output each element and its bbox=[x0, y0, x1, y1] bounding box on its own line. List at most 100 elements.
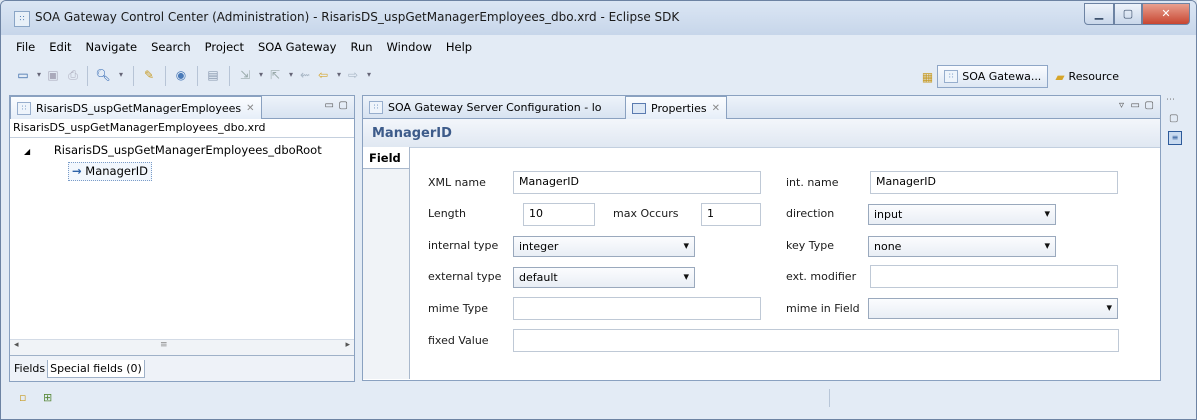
minimize-view-icon[interactable]: ▭ bbox=[325, 100, 334, 111]
close-tab-icon[interactable]: ✕ bbox=[246, 103, 254, 114]
fields-view: ∷ RisarisDS_uspGetManagerEmployees ✕ ▭ ▢… bbox=[9, 95, 355, 382]
status-bar: ▫ ⊞ bbox=[9, 386, 1188, 412]
tree-root-label: RisarisDS_uspGetManagerEmployees_dboRoot bbox=[53, 143, 322, 157]
tree-child-label: ManagerID bbox=[85, 164, 148, 178]
mime-in-field-select[interactable] bbox=[868, 298, 1118, 319]
soa-gateway-icon: ∷ bbox=[369, 100, 383, 114]
ext-modifier-input[interactable] bbox=[870, 265, 1118, 288]
scroll-left-icon[interactable]: ◂ bbox=[14, 340, 19, 350]
mime-type-label: mime Type bbox=[428, 302, 489, 315]
tab-special-fields[interactable]: Special fields (0) bbox=[47, 359, 145, 378]
left-view-tabbar: ∷ RisarisDS_uspGetManagerEmployees ✕ ▭ ▢ bbox=[10, 96, 354, 119]
int-name-input[interactable]: ManagerID bbox=[870, 171, 1118, 194]
maximize-view-icon[interactable]: ▢ bbox=[1145, 100, 1154, 111]
globe-icon[interactable]: ◉ bbox=[173, 67, 189, 83]
title-bar: ∷ SOA Gateway Control Center (Administra… bbox=[1, 1, 1196, 35]
toolbar-separator bbox=[87, 66, 88, 86]
trim-dots-icon: ⋯ bbox=[1166, 95, 1175, 105]
folder-icon: ▰ bbox=[1055, 69, 1065, 84]
key-type-select[interactable]: none bbox=[868, 236, 1056, 257]
forward-arrow-icon[interactable]: ⇨ bbox=[345, 67, 361, 83]
tree-root-node[interactable]: ◢ RisarisDS_uspGetManagerEmployees_dboRo… bbox=[24, 143, 322, 157]
tab-risaris-editor[interactable]: ∷ RisarisDS_uspGetManagerEmployees ✕ bbox=[10, 96, 262, 119]
external-type-label: external type bbox=[428, 270, 502, 283]
right-view-tabbar: ∷ SOA Gateway Server Configuration - lo … bbox=[363, 96, 1160, 119]
window-title: SOA Gateway Control Center (Administrati… bbox=[35, 10, 680, 24]
max-occurs-input[interactable]: 1 bbox=[701, 203, 761, 226]
restore-icon[interactable]: ▢ bbox=[1169, 113, 1178, 124]
toolbar-separator bbox=[165, 66, 166, 86]
xml-name-input[interactable]: ManagerID bbox=[513, 171, 761, 194]
tab-label: Properties bbox=[651, 101, 707, 115]
tab-server-configuration[interactable]: ∷ SOA Gateway Server Configuration - lo bbox=[363, 96, 607, 118]
tab-field[interactable]: Field bbox=[363, 147, 409, 169]
ext-modifier-label: ext. modifier bbox=[786, 270, 857, 283]
dropdown-arrow-icon[interactable]: ▾ bbox=[361, 67, 377, 83]
mime-in-field-label: mime in Field bbox=[786, 302, 860, 315]
fixed-value-input[interactable] bbox=[513, 329, 1119, 352]
int-name-label: int. name bbox=[786, 176, 839, 189]
length-input[interactable]: 10 bbox=[523, 203, 595, 226]
menu-search[interactable]: Search bbox=[144, 38, 198, 58]
scroll-thumb-grip-icon[interactable]: ≡ bbox=[160, 340, 168, 350]
external-type-select[interactable]: default bbox=[513, 267, 695, 288]
maximize-button[interactable]: ▢ bbox=[1114, 3, 1142, 25]
tree-expand-icon[interactable]: ◢ bbox=[24, 147, 30, 156]
menu-file[interactable]: File bbox=[9, 38, 42, 58]
minimize-view-icon[interactable]: ▭ bbox=[1131, 100, 1140, 111]
open-perspective-icon[interactable]: ▦ bbox=[922, 70, 933, 84]
menu-navigate[interactable]: Navigate bbox=[79, 38, 145, 58]
app-icon: ∷ bbox=[14, 11, 30, 27]
pencil-icon[interactable]: ✎ bbox=[141, 67, 157, 83]
xrd-file-icon: ∷ bbox=[17, 101, 31, 115]
print-icon[interactable]: ⎙ bbox=[65, 67, 81, 83]
window-controls: ▁ ▢ ✕ bbox=[1084, 3, 1190, 25]
fast-view-icon[interactable]: ▫ bbox=[19, 391, 26, 404]
document-icon[interactable]: ▤ bbox=[205, 67, 221, 83]
perspective-switcher: ▦ ∷ SOA Gatewa... ▰ Resource bbox=[922, 65, 1122, 88]
task-list-icon[interactable]: ⊞ bbox=[43, 391, 52, 404]
resource-perspective-button[interactable]: ▰ Resource bbox=[1052, 66, 1122, 87]
menu-run[interactable]: Run bbox=[343, 38, 379, 58]
close-button[interactable]: ✕ bbox=[1142, 3, 1190, 25]
horizontal-scrollbar[interactable]: ◂ ≡ ▸ bbox=[10, 339, 354, 355]
internal-type-label: internal type bbox=[428, 239, 499, 252]
properties-side-tabs: Field bbox=[363, 147, 410, 379]
scroll-right-icon[interactable]: ▸ bbox=[345, 340, 350, 350]
annotation-next-icon[interactable]: ⇲ bbox=[237, 67, 253, 83]
status-separator bbox=[829, 389, 830, 407]
tab-properties[interactable]: Properties ✕ bbox=[625, 96, 727, 119]
close-tab-icon[interactable]: ✕ bbox=[712, 103, 720, 114]
view-menu-icon[interactable]: ▿ bbox=[1119, 100, 1124, 111]
left-view-bottom-tabs: Fields Special fields (0) bbox=[10, 355, 354, 381]
save-icon[interactable]: ▣ bbox=[45, 67, 61, 83]
direction-select[interactable]: input bbox=[868, 204, 1056, 225]
internal-type-select[interactable]: integer bbox=[513, 236, 695, 257]
maximize-view-icon[interactable]: ▢ bbox=[339, 100, 348, 111]
new-icon[interactable]: ▭ bbox=[15, 67, 31, 83]
menu-edit[interactable]: Edit bbox=[42, 38, 78, 58]
toolbar-separator bbox=[229, 66, 230, 86]
soa-gateway-icon: ∷ bbox=[944, 70, 959, 83]
tree-item-managerid[interactable]: → ManagerID bbox=[68, 162, 152, 181]
minimize-button[interactable]: ▁ bbox=[1084, 3, 1114, 25]
dropdown-arrow-icon[interactable]: ▾ bbox=[113, 67, 129, 83]
length-label: Length bbox=[428, 207, 466, 220]
tab-fields[interactable]: Fields bbox=[12, 360, 47, 377]
menu-soa-gateway[interactable]: SOA Gateway bbox=[251, 38, 343, 58]
tab-label: RisarisDS_uspGetManagerEmployees bbox=[36, 101, 242, 115]
key-type-label: key Type bbox=[786, 239, 835, 252]
menu-bar: File Edit Navigate Search Project SOA Ga… bbox=[9, 38, 479, 58]
menu-help[interactable]: Help bbox=[439, 38, 479, 58]
mime-type-input[interactable] bbox=[513, 297, 761, 320]
direction-label: direction bbox=[786, 207, 835, 220]
soa-perspective-label: SOA Gatewa... bbox=[962, 70, 1042, 83]
back-arrow-icon[interactable]: ⇦ bbox=[315, 67, 331, 83]
last-edit-icon[interactable]: ⇜ bbox=[297, 67, 313, 83]
search-icon[interactable]: 🔍︎ bbox=[95, 67, 111, 83]
properties-trim-icon[interactable]: ≡ bbox=[1168, 131, 1182, 145]
menu-project[interactable]: Project bbox=[198, 38, 251, 58]
menu-window[interactable]: Window bbox=[380, 38, 439, 58]
annotation-prev-icon[interactable]: ⇱ bbox=[267, 67, 283, 83]
soa-gateway-perspective-button[interactable]: ∷ SOA Gatewa... bbox=[937, 65, 1049, 88]
